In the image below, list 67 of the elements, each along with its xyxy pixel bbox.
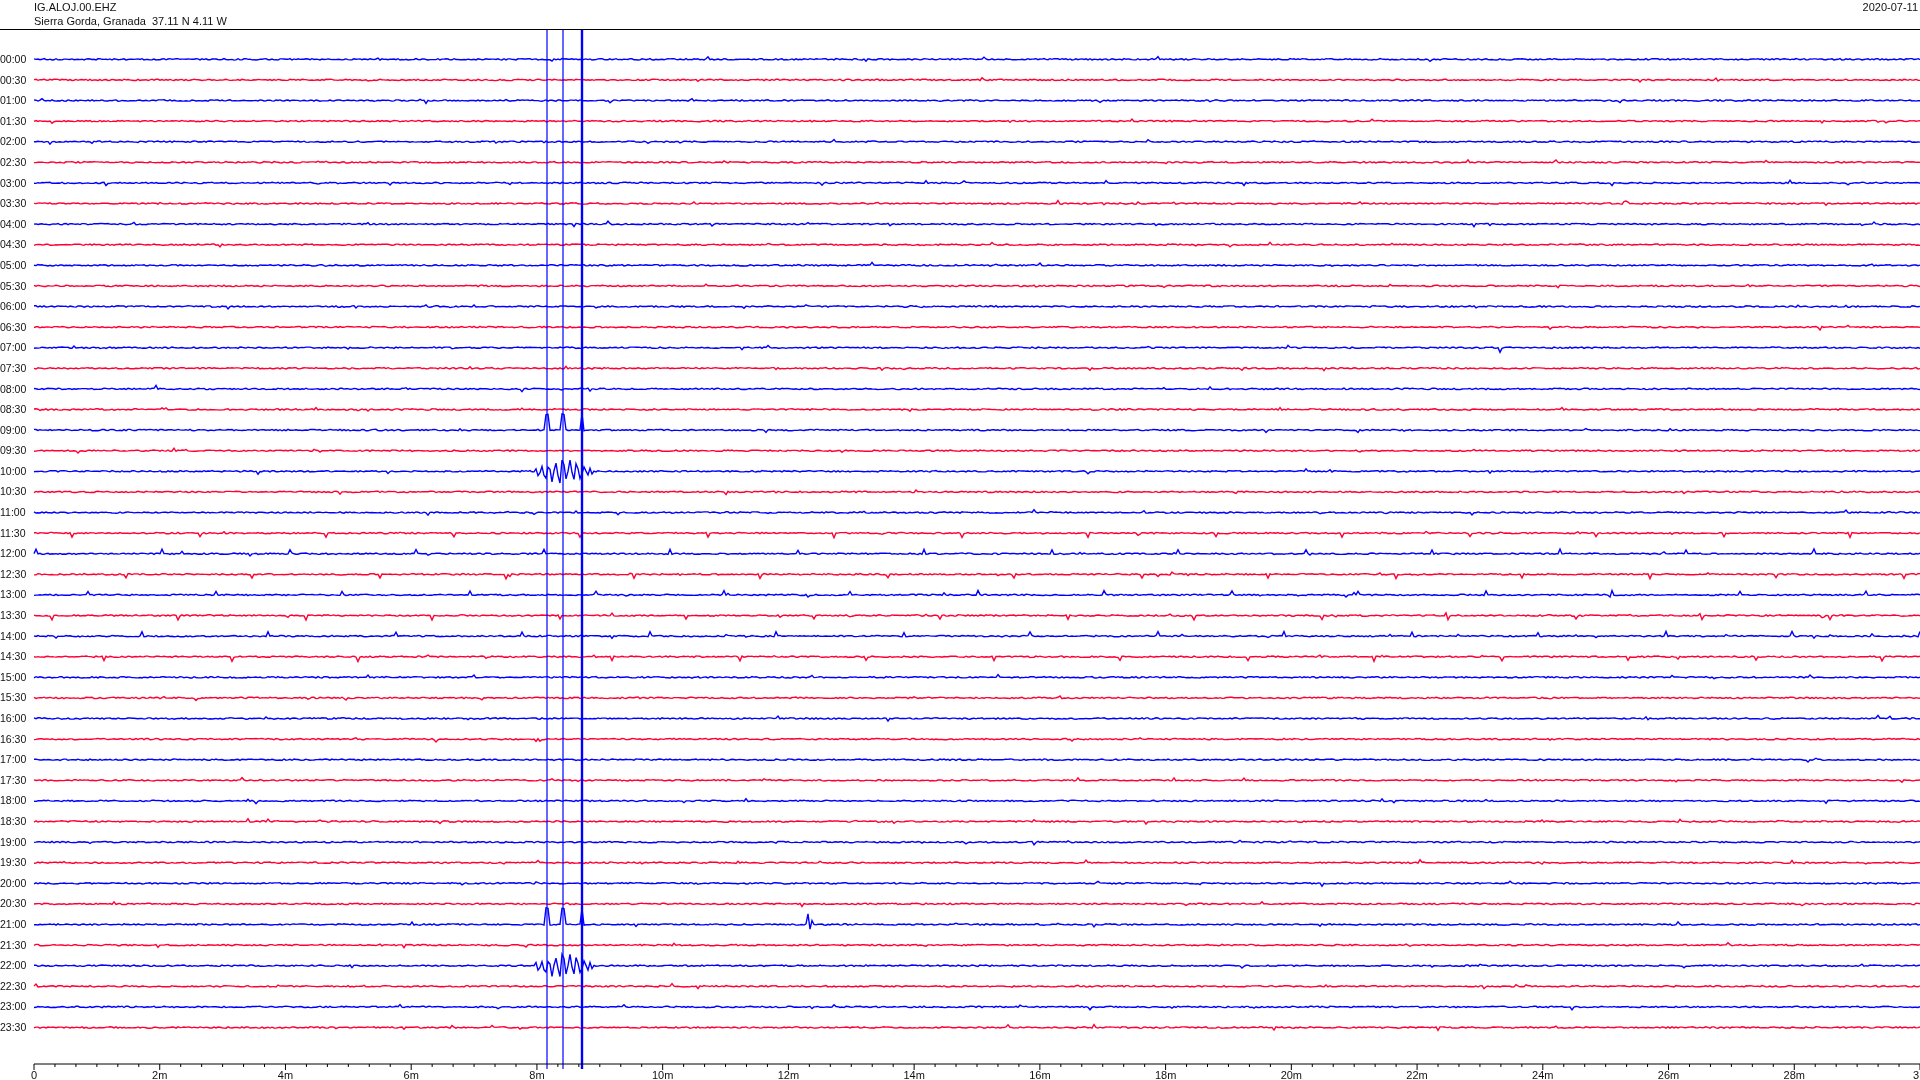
row-time-label: 22:00 — [0, 958, 28, 974]
row-time-label: 13:00 — [0, 587, 28, 603]
row-time-label: 18:30 — [0, 813, 28, 829]
row-time-label: 00:00 — [0, 52, 28, 67]
row-time-label: 14:30 — [0, 649, 28, 665]
row-time-label: 20:00 — [0, 875, 28, 891]
axis-tick-label: 10m — [651, 1069, 674, 1080]
row-time-label: 22:30 — [0, 978, 28, 994]
axis-tick-label: 12m — [777, 1069, 800, 1080]
row-time-label: 03:30 — [0, 196, 28, 212]
row-time-label: 19:00 — [0, 834, 28, 850]
row-time-label: 01:00 — [0, 93, 28, 109]
row-time-label: 09:00 — [0, 422, 28, 438]
row-time-label: 12:00 — [0, 546, 28, 562]
axis-tick-label: 24m — [1532, 1069, 1554, 1080]
axis-tick-label: 22m — [1406, 1069, 1428, 1080]
row-time-label: 01:30 — [0, 113, 28, 129]
row-time-label: 02:00 — [0, 134, 28, 150]
row-time-label: 04:00 — [0, 216, 28, 232]
row-time-label: 17:00 — [0, 752, 28, 768]
row-time-label: 11:00 — [0, 505, 27, 521]
row-time-label: 19:30 — [0, 855, 28, 871]
row-time-label: 03:00 — [0, 175, 28, 191]
axis-tick-label: 16m — [1029, 1069, 1051, 1080]
row-time-label: 15:00 — [0, 669, 28, 685]
axis-tick-label: 26m — [1657, 1069, 1680, 1080]
row-time-label: 12:30 — [0, 566, 28, 582]
axis-tick-label: 8m — [529, 1069, 545, 1080]
row-time-label: 21:00 — [0, 916, 28, 932]
station-code: IG.ALOJ.00.EHZ — [34, 0, 118, 14]
row-time-label: 21:30 — [0, 937, 28, 953]
date-label: 2020-07-11 — [1862, 0, 1918, 15]
row-time-label: 07:30 — [0, 360, 28, 376]
axis-tick-label: 14m — [903, 1069, 925, 1080]
row-time-label: 05:30 — [0, 278, 28, 294]
row-time-label: 14:00 — [0, 628, 28, 644]
row-time-label: 15:30 — [0, 690, 28, 706]
row-time-label: 09:30 — [0, 443, 28, 459]
row-time-label: 07:00 — [0, 340, 28, 356]
row-time-label: 13:30 — [0, 608, 28, 624]
row-time-label: 06:00 — [0, 299, 28, 315]
row-time-label: 06:30 — [0, 319, 28, 335]
row-time-label: 16:30 — [0, 731, 28, 747]
axis-tick-label: 0 — [30, 1069, 38, 1080]
axis-tick-label: 28m — [1783, 1069, 1805, 1080]
row-time-label: 08:00 — [0, 381, 28, 397]
row-time-label: 00:30 — [0, 72, 28, 88]
row-time-label: 18:00 — [0, 793, 28, 809]
axis-tick-label: 20m — [1280, 1069, 1303, 1080]
axis-tick-label: 3 — [1912, 1069, 1919, 1080]
row-time-label: 10:30 — [0, 484, 28, 500]
axis-tick-label: 18m — [1154, 1069, 1177, 1080]
row-time-label: 23:00 — [0, 999, 28, 1015]
row-time-label: 20:30 — [0, 896, 28, 912]
axis-tick-label: 6m — [403, 1069, 419, 1080]
row-time-label: 23:30 — [0, 1019, 28, 1035]
row-time-label: 17:30 — [0, 772, 28, 788]
axis-tick-label: 2m — [152, 1069, 168, 1080]
row-time-label: 11:30 — [0, 525, 27, 541]
row-time-label: 04:30 — [0, 237, 28, 253]
row-time-label: 08:30 — [0, 402, 28, 418]
row-time-label: 05:00 — [0, 257, 28, 273]
row-time-label: 16:00 — [0, 711, 28, 726]
row-time-label: 10:00 — [0, 463, 28, 479]
row-time-label: 02:30 — [0, 154, 28, 170]
axis-tick-label: 4m — [277, 1069, 294, 1080]
station-location: Sierra Gorda, Granada 37.11 N 4.11 W — [34, 14, 227, 28]
